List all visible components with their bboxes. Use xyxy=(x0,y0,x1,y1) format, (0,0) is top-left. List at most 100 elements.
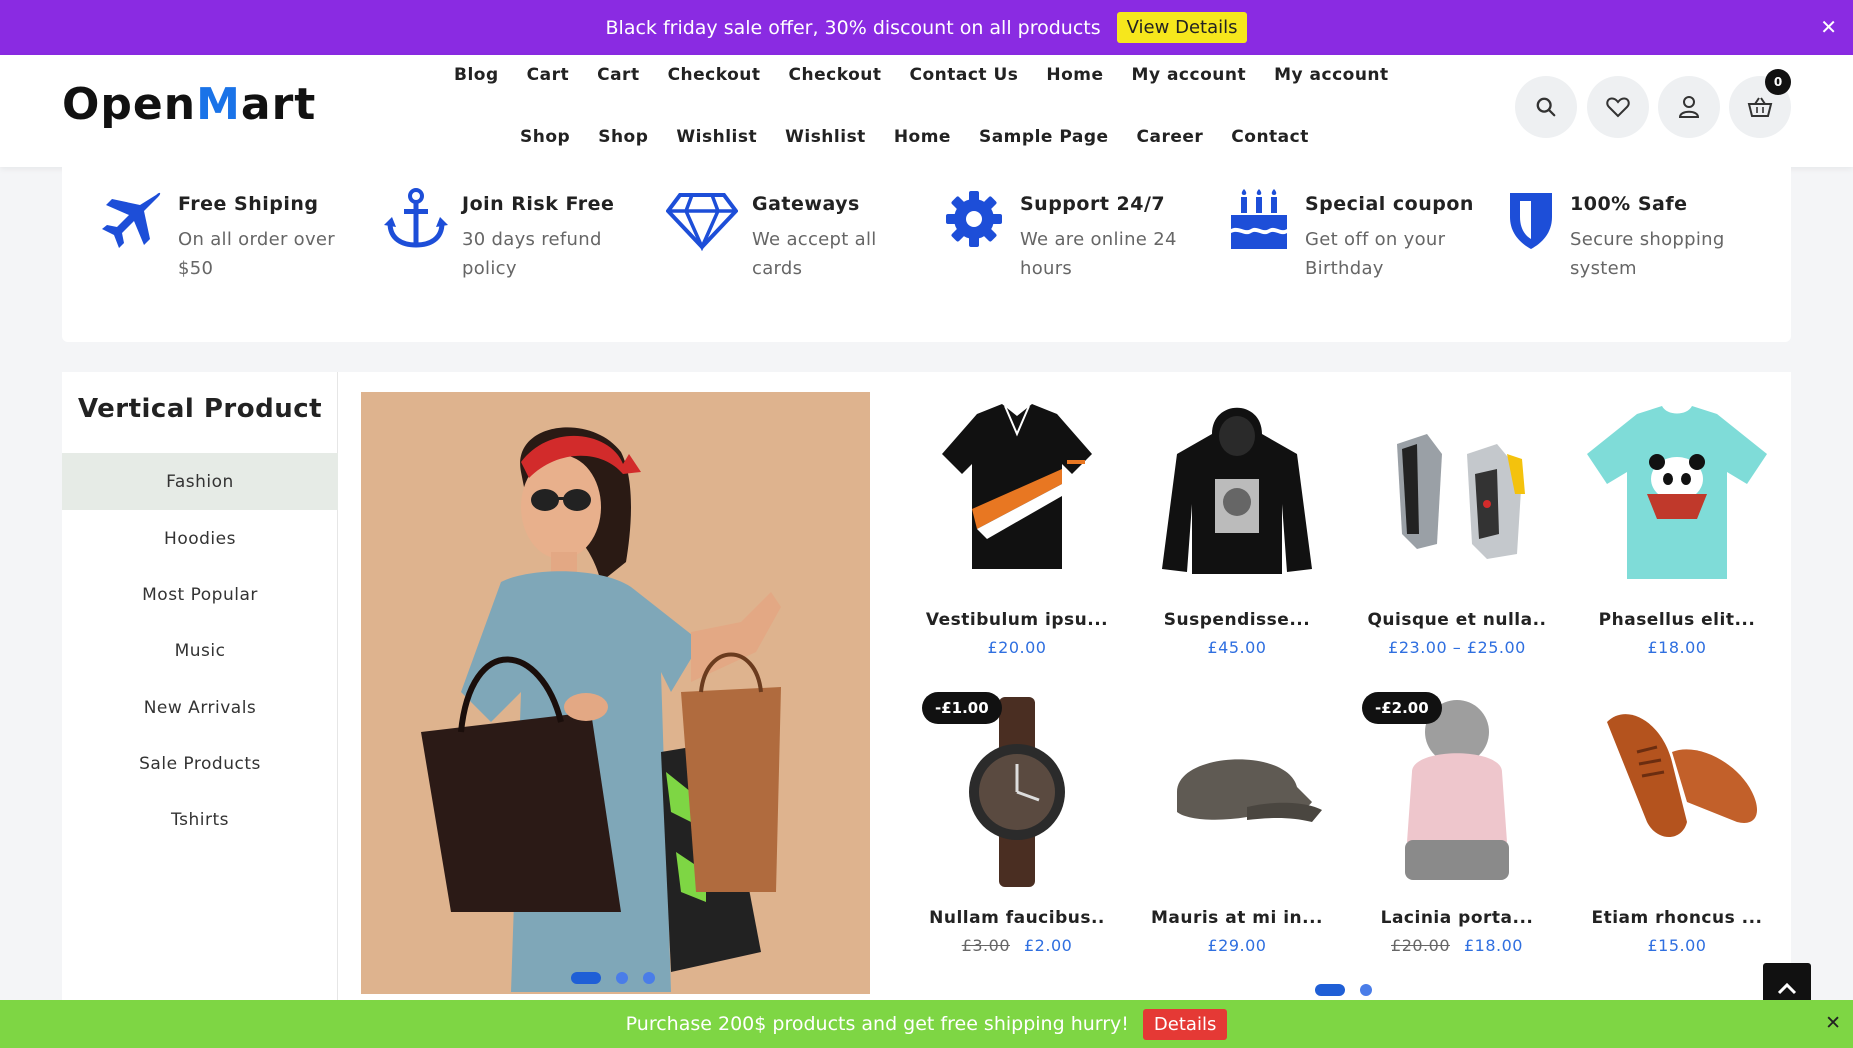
nav-link-shop[interactable]: Shop xyxy=(520,127,570,147)
products-carousel-dots xyxy=(1315,984,1387,996)
close-icon[interactable]: ✕ xyxy=(1820,15,1837,39)
product-card[interactable]: Suspendisse... £45.00 xyxy=(1132,394,1342,657)
product-card[interactable]: -£1.00 Nullam faucibus.. £3.00 £2.00 xyxy=(912,692,1122,955)
product-card[interactable]: -£2.00 Lacinia porta... £20.00 £18.00 xyxy=(1352,692,1562,955)
feature-100-safe: 100% Safe Secure shopping system xyxy=(1506,187,1745,283)
old-price: £3.00 xyxy=(961,936,1010,955)
nav-link-checkout[interactable]: Checkout xyxy=(789,65,882,85)
carousel-dot[interactable] xyxy=(616,972,628,984)
product-card[interactable]: Vestibulum ipsu... £20.00 xyxy=(912,394,1122,657)
cart-count-badge: 0 xyxy=(1765,69,1791,95)
gear-icon xyxy=(946,191,1002,247)
product-price: £23.00 – £25.00 xyxy=(1388,638,1526,657)
heart-icon xyxy=(1606,97,1630,118)
product-name[interactable]: Mauris at mi in... xyxy=(1132,908,1342,928)
basket-icon xyxy=(1747,97,1773,117)
feature-free-shipping: Free Shiping On all order over $50 xyxy=(100,187,353,283)
features-strip: Free Shiping On all order over $50 Join … xyxy=(62,167,1791,342)
carousel-dot-active[interactable] xyxy=(1315,984,1345,996)
top-promo-text: Black friday sale offer, 30% discount on… xyxy=(605,16,1101,39)
airplane-icon xyxy=(102,192,161,248)
product-price: £3.00 £2.00 xyxy=(961,936,1073,955)
account-button[interactable] xyxy=(1658,76,1720,138)
product-card[interactable]: Phasellus elit... £18.00 xyxy=(1572,394,1782,657)
product-name[interactable]: Vestibulum ipsu... xyxy=(912,610,1122,630)
wishlist-button[interactable] xyxy=(1587,76,1649,138)
site-header: OpenMart Blog Cart Cart Checkout Checkou… xyxy=(0,55,1853,167)
feature-desc: Get off on your Birthday xyxy=(1305,229,1446,279)
nav-link-home[interactable]: Home xyxy=(1046,65,1103,85)
details-button[interactable]: Details xyxy=(1142,1008,1228,1040)
feature-title: Special coupon xyxy=(1305,193,1474,215)
sidebar-item-new-arrivals[interactable]: New Arrivals xyxy=(62,679,338,736)
sidebar-item-most-popular[interactable]: Most Popular xyxy=(62,566,338,623)
feature-desc: 30 days refund policy xyxy=(462,229,602,279)
sidebar-item-hoodies[interactable]: Hoodies xyxy=(62,510,338,567)
feature-special-coupon: Special coupon Get off on your Birthday xyxy=(1227,187,1480,283)
sidebar-item-tshirts[interactable]: Tshirts xyxy=(62,791,338,848)
nav-link-cart[interactable]: Cart xyxy=(597,65,639,85)
nav-link-career[interactable]: Career xyxy=(1137,127,1204,147)
bottom-promo-text: Purchase 200$ products and get free ship… xyxy=(625,1013,1129,1035)
main-nav-row-2: Shop Shop Wishlist Wishlist Home Sample … xyxy=(520,127,1337,147)
close-icon[interactable]: ✕ xyxy=(1825,1012,1841,1034)
product-section: Vertical Product Fashion Hoodies Most Po… xyxy=(62,372,1791,1002)
feature-title: Join Risk Free xyxy=(462,193,615,215)
nav-link-sample-page[interactable]: Sample Page xyxy=(979,127,1109,147)
nav-link-wishlist[interactable]: Wishlist xyxy=(676,127,757,147)
feature-desc: We accept all cards xyxy=(752,229,877,279)
sidebar-item-sale-products[interactable]: Sale Products xyxy=(62,735,338,792)
product-price: £29.00 xyxy=(1207,936,1267,955)
nav-link-home[interactable]: Home xyxy=(894,127,951,147)
feature-join-risk-free: Join Risk Free 30 days refund policy xyxy=(384,187,637,283)
product-card[interactable]: Etiam rhoncus ... £15.00 xyxy=(1572,692,1782,955)
hoodie-image xyxy=(1162,407,1312,574)
product-price: £15.00 xyxy=(1647,936,1707,955)
sale-badge: -£1.00 xyxy=(922,692,1002,724)
nav-link-blog[interactable]: Blog xyxy=(454,65,499,85)
carousel-dot[interactable] xyxy=(1360,984,1372,996)
promo-banner-image[interactable] xyxy=(361,392,870,994)
product-name[interactable]: Suspendisse... xyxy=(1132,610,1342,630)
feature-title: Gateways xyxy=(752,193,860,215)
carousel-dot-active[interactable] xyxy=(571,972,601,984)
nav-link-cart[interactable]: Cart xyxy=(527,65,569,85)
product-name[interactable]: Nullam faucibus.. xyxy=(912,908,1122,928)
product-price: £20.00 xyxy=(987,638,1047,657)
logo[interactable]: OpenMart xyxy=(62,79,316,130)
feature-title: Support 24/7 xyxy=(1020,193,1166,215)
product-price: £18.00 xyxy=(1647,638,1707,657)
feature-desc: We are online 24 hours xyxy=(1020,229,1177,279)
nav-link-my-account[interactable]: My account xyxy=(1132,65,1247,85)
product-name[interactable]: Etiam rhoncus ... xyxy=(1572,908,1782,928)
carousel-dot[interactable] xyxy=(643,972,655,984)
nav-link-wishlist[interactable]: Wishlist xyxy=(785,127,866,147)
chevron-up-icon xyxy=(1777,982,1797,995)
product-name[interactable]: Quisque et nulla.. xyxy=(1352,610,1562,630)
nav-link-contact-us[interactable]: Contact Us xyxy=(909,65,1018,85)
old-price: £20.00 xyxy=(1391,936,1450,955)
nav-link-my-account[interactable]: My account xyxy=(1274,65,1389,85)
view-details-button[interactable]: View Details xyxy=(1116,12,1248,43)
nav-link-contact[interactable]: Contact xyxy=(1231,127,1309,147)
nav-link-checkout[interactable]: Checkout xyxy=(668,65,761,85)
feature-desc: On all order over $50 xyxy=(178,229,336,279)
anchor-icon xyxy=(384,188,448,248)
tshirt-image xyxy=(1587,406,1767,579)
product-name[interactable]: Lacinia porta... xyxy=(1352,908,1562,928)
product-card[interactable]: Mauris at mi in... £29.00 xyxy=(1132,692,1342,955)
cart-button[interactable]: 0 xyxy=(1729,69,1791,138)
sidebar-item-fashion[interactable]: Fashion xyxy=(62,453,338,510)
search-button[interactable] xyxy=(1515,76,1577,138)
cap-image xyxy=(1177,759,1322,822)
sidebar-item-music[interactable]: Music xyxy=(62,622,338,679)
feature-support: Support 24/7 We are online 24 hours xyxy=(942,187,1195,283)
sale-badge: -£2.00 xyxy=(1362,692,1442,724)
product-card[interactable]: Quisque et nulla.. £23.00 – £25.00 xyxy=(1352,394,1562,657)
product-name[interactable]: Phasellus elit... xyxy=(1572,610,1782,630)
polo-shirt-image xyxy=(942,404,1092,569)
nav-link-shop[interactable]: Shop xyxy=(598,127,648,147)
category-sidebar: Vertical Product Fashion Hoodies Most Po… xyxy=(62,372,338,1002)
search-icon xyxy=(1536,97,1556,117)
sneakers-image xyxy=(1397,434,1525,559)
